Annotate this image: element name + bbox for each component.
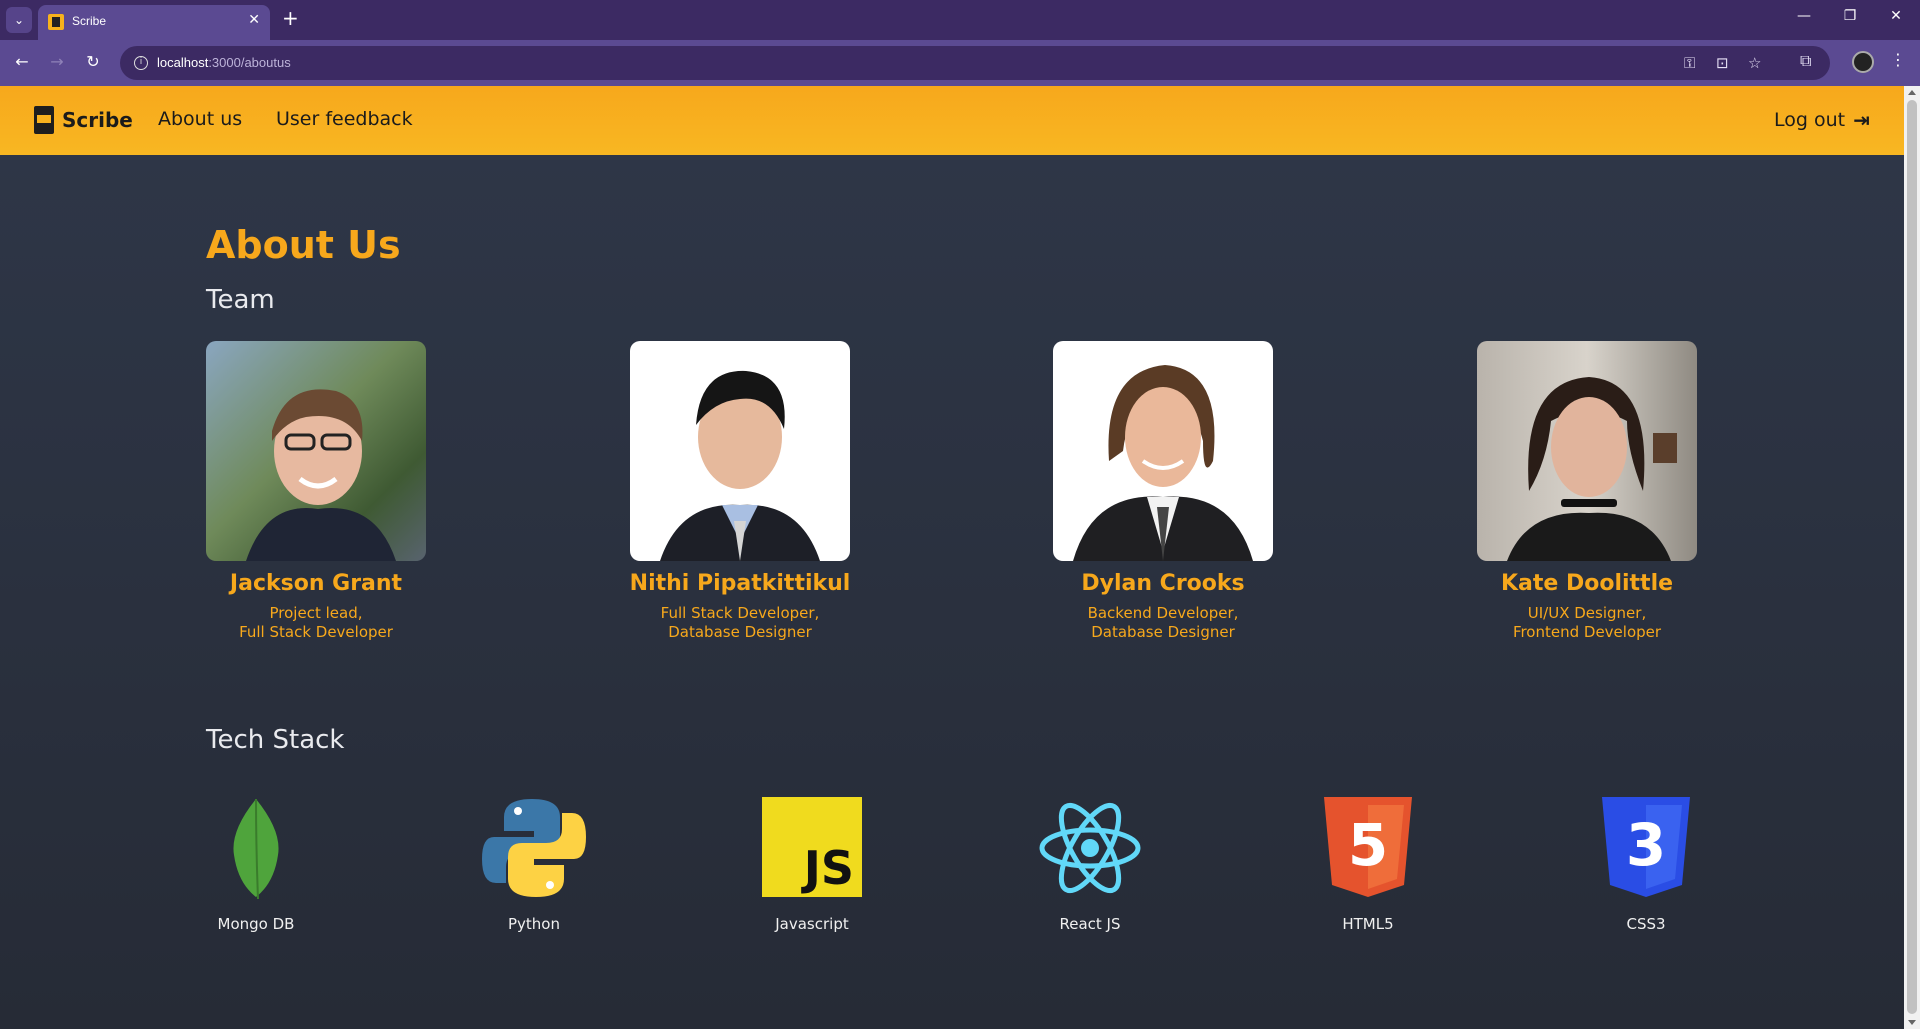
about-page: About Us Team Jackson Grant Project lead… bbox=[0, 155, 1904, 1029]
logout-button[interactable]: Log out ⇥ bbox=[1774, 108, 1870, 132]
member-role-line: Backend Developer, bbox=[1087, 604, 1239, 622]
member-photo bbox=[206, 341, 426, 561]
tech-item: JS Javascript bbox=[752, 797, 872, 933]
member-portrait bbox=[246, 389, 396, 561]
member-role-line: Database Designer bbox=[668, 623, 812, 641]
scroll-up-arrow-icon[interactable] bbox=[1908, 90, 1916, 95]
url-host: localhost bbox=[157, 55, 209, 70]
scribe-logo-icon bbox=[34, 106, 54, 134]
member-name: Nithi Pipatkittikul bbox=[629, 571, 851, 596]
bookmark-star-icon[interactable]: ☆ bbox=[1748, 54, 1761, 72]
member-photo bbox=[1477, 341, 1697, 561]
password-key-icon[interactable]: ⚿ bbox=[1684, 54, 1695, 72]
tab-close-icon[interactable]: ✕ bbox=[248, 12, 260, 28]
tech-label: HTML5 bbox=[1342, 915, 1394, 933]
css3-icon-glyph: 3 bbox=[1625, 811, 1667, 879]
team-heading: Team bbox=[206, 285, 275, 315]
restore-button[interactable]: ❐ bbox=[1838, 8, 1862, 24]
scribe-favicon-icon bbox=[48, 14, 64, 30]
brand-name: Scribe bbox=[62, 108, 133, 132]
url-text[interactable]: localhost:3000/aboutus bbox=[157, 55, 291, 70]
team-member-card: Nithi Pipatkittikul Full Stack Developer… bbox=[630, 341, 850, 642]
tech-label: React JS bbox=[1059, 915, 1121, 933]
member-name: Jackson Grant bbox=[229, 571, 403, 596]
member-role-line: Database Designer bbox=[1091, 623, 1235, 641]
member-portrait bbox=[660, 370, 820, 561]
tech-label: CSS3 bbox=[1626, 915, 1666, 933]
app-navbar: Scribe About us User feedback Log out ⇥ bbox=[0, 86, 1904, 155]
css3-icon: 3 bbox=[1586, 797, 1706, 899]
mongodb-icon bbox=[196, 797, 316, 900]
team-member-card: Dylan Crooks Backend Developer, Database … bbox=[1053, 341, 1273, 642]
install-app-icon[interactable]: ⊡ bbox=[1716, 54, 1729, 72]
tech-item: 5 HTML5 bbox=[1308, 797, 1428, 933]
tab-search-chevron-icon[interactable]: ⌄ bbox=[6, 7, 32, 33]
react-icon bbox=[1030, 797, 1150, 899]
tab-title: Scribe bbox=[72, 14, 107, 28]
page-title: About Us bbox=[206, 223, 401, 267]
tech-item: 3 CSS3 bbox=[1586, 797, 1706, 933]
python-icon bbox=[474, 797, 594, 899]
browser-toolbar: ← → ↻ i localhost:3000/aboutus ⚿ ⊡ ☆ ⧉ ⋮ bbox=[0, 40, 1920, 86]
new-tab-button[interactable]: + bbox=[282, 8, 299, 28]
sign-out-icon: ⇥ bbox=[1853, 108, 1870, 132]
tech-label: Mongo DB bbox=[217, 915, 295, 933]
back-arrow-icon[interactable]: ← bbox=[11, 52, 33, 71]
member-photo bbox=[630, 341, 850, 561]
url-path: :3000/aboutus bbox=[208, 55, 291, 70]
member-portrait bbox=[1073, 365, 1253, 561]
member-role: UI/UX Designer, Frontend Developer bbox=[1437, 604, 1737, 642]
close-window-button[interactable]: ✕ bbox=[1884, 8, 1908, 24]
minimize-button[interactable]: — bbox=[1792, 8, 1816, 24]
scroll-thumb[interactable] bbox=[1907, 100, 1917, 1014]
member-role-line: Full Stack Developer bbox=[239, 623, 393, 641]
logout-label: Log out bbox=[1774, 109, 1846, 131]
nav-link-about-us[interactable]: About us bbox=[158, 108, 242, 130]
team-member-card: Kate Doolittle UI/UX Designer, Frontend D… bbox=[1477, 341, 1697, 642]
tech-label: Javascript bbox=[775, 915, 849, 933]
member-portrait bbox=[1507, 377, 1677, 561]
html5-icon-glyph: 5 bbox=[1347, 811, 1389, 879]
javascript-icon-glyph: JS bbox=[803, 841, 854, 895]
html5-icon: 5 bbox=[1308, 797, 1428, 899]
tech-label: Python bbox=[508, 915, 560, 933]
javascript-icon-box: JS bbox=[762, 797, 862, 897]
site-info-icon[interactable]: i bbox=[134, 56, 148, 70]
member-role-line: Project lead, bbox=[269, 604, 363, 622]
member-role: Full Stack Developer, Database Designer bbox=[590, 604, 890, 642]
member-role-line: Frontend Developer bbox=[1512, 623, 1662, 641]
member-name: Dylan Crooks bbox=[1081, 571, 1245, 596]
tech-stack-heading: Tech Stack bbox=[206, 725, 345, 755]
tech-item: Mongo DB bbox=[196, 797, 316, 933]
browser-tab-scribe[interactable]: Scribe ✕ bbox=[38, 5, 270, 40]
tech-item: React JS bbox=[1030, 797, 1150, 933]
address-bar[interactable]: i localhost:3000/aboutus ⚿ ⊡ ☆ bbox=[120, 46, 1830, 80]
extensions-puzzle-icon[interactable]: ⧉ bbox=[1800, 51, 1811, 71]
forward-arrow-icon[interactable]: → bbox=[46, 52, 68, 71]
javascript-icon: JS bbox=[752, 797, 872, 899]
page-scrollbar[interactable] bbox=[1904, 86, 1920, 1029]
nav-link-user-feedback[interactable]: User feedback bbox=[276, 108, 413, 130]
member-name: Kate Doolittle bbox=[1500, 571, 1674, 596]
member-photo bbox=[1053, 341, 1273, 561]
team-member-card: Jackson Grant Project lead, Full Stack De… bbox=[206, 341, 426, 642]
browser-tab-bar: ⌄ Scribe ✕ + — ❐ ✕ bbox=[0, 0, 1920, 40]
brand-link[interactable]: Scribe bbox=[34, 106, 133, 134]
member-role-line: Full Stack Developer, bbox=[660, 604, 820, 622]
tech-item: Python bbox=[474, 797, 594, 933]
menu-kebab-icon[interactable]: ⋮ bbox=[1890, 50, 1906, 69]
member-role-line: UI/UX Designer, bbox=[1527, 604, 1647, 622]
profile-avatar[interactable] bbox=[1852, 51, 1874, 73]
member-role: Backend Developer, Database Designer bbox=[1013, 604, 1313, 642]
reload-icon[interactable]: ↻ bbox=[82, 52, 104, 71]
member-role: Project lead, Full Stack Developer bbox=[166, 604, 466, 642]
scroll-down-arrow-icon[interactable] bbox=[1908, 1020, 1916, 1025]
